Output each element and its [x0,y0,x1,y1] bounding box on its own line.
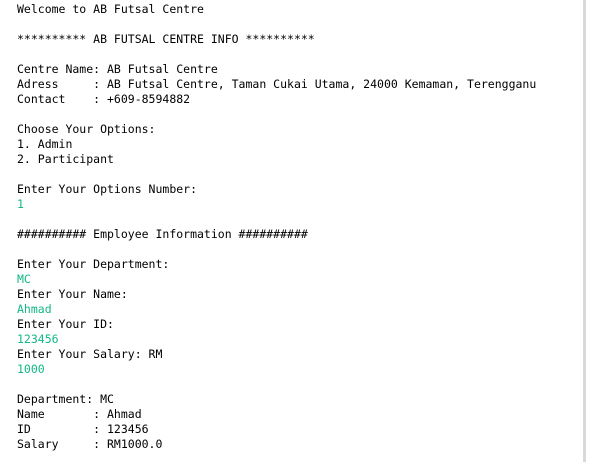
console-output-line: ID : 123456 [17,422,149,436]
console-output-line: Department: MC [17,392,114,406]
console-output-line: Enter Your ID: [17,317,114,331]
console-output-line: Centre Name: AB Futsal Centre [17,62,218,76]
console-input-line: MC [17,272,31,286]
console-output-line: ********** AB FUTSAL CENTRE INFO *******… [17,32,315,46]
scrollbar-edge[interactable] [583,0,586,462]
console-input-line: 1 [17,197,24,211]
console-output-line: 2. Participant [17,152,114,166]
console-output-line: Salary : RM1000.0 [17,437,163,451]
console-input-line: 123456 [17,332,59,346]
console-output-line: 1. Admin [17,137,73,151]
console-output-line: Enter Your Department: [17,257,170,271]
console-output-line: Adress : AB Futsal Centre, Taman Cukai U… [17,77,537,91]
console-lines: Welcome to AB Futsal Centre ********** AB… [17,2,536,452]
console-output-line: Enter Your Salary: RM [17,347,163,361]
console-input-line: Ahmad [17,302,52,316]
console-output-line: Welcome to AB Futsal Centre [17,2,204,16]
console-output-line: Name : Ahmad [17,407,142,421]
console-output-line: Contact : +609-8594882 [17,92,191,106]
console-output[interactable]: Welcome to AB Futsal Centre ********** AB… [0,0,586,462]
console-output-line: Enter Your Name: [17,287,128,301]
console-output-line: Enter Your Options Number: [17,182,198,196]
console-output-line: ########## Employee Information ########… [17,227,308,241]
console-input-line: 1000 [17,362,45,376]
console-output-line: Choose Your Options: [17,122,156,136]
